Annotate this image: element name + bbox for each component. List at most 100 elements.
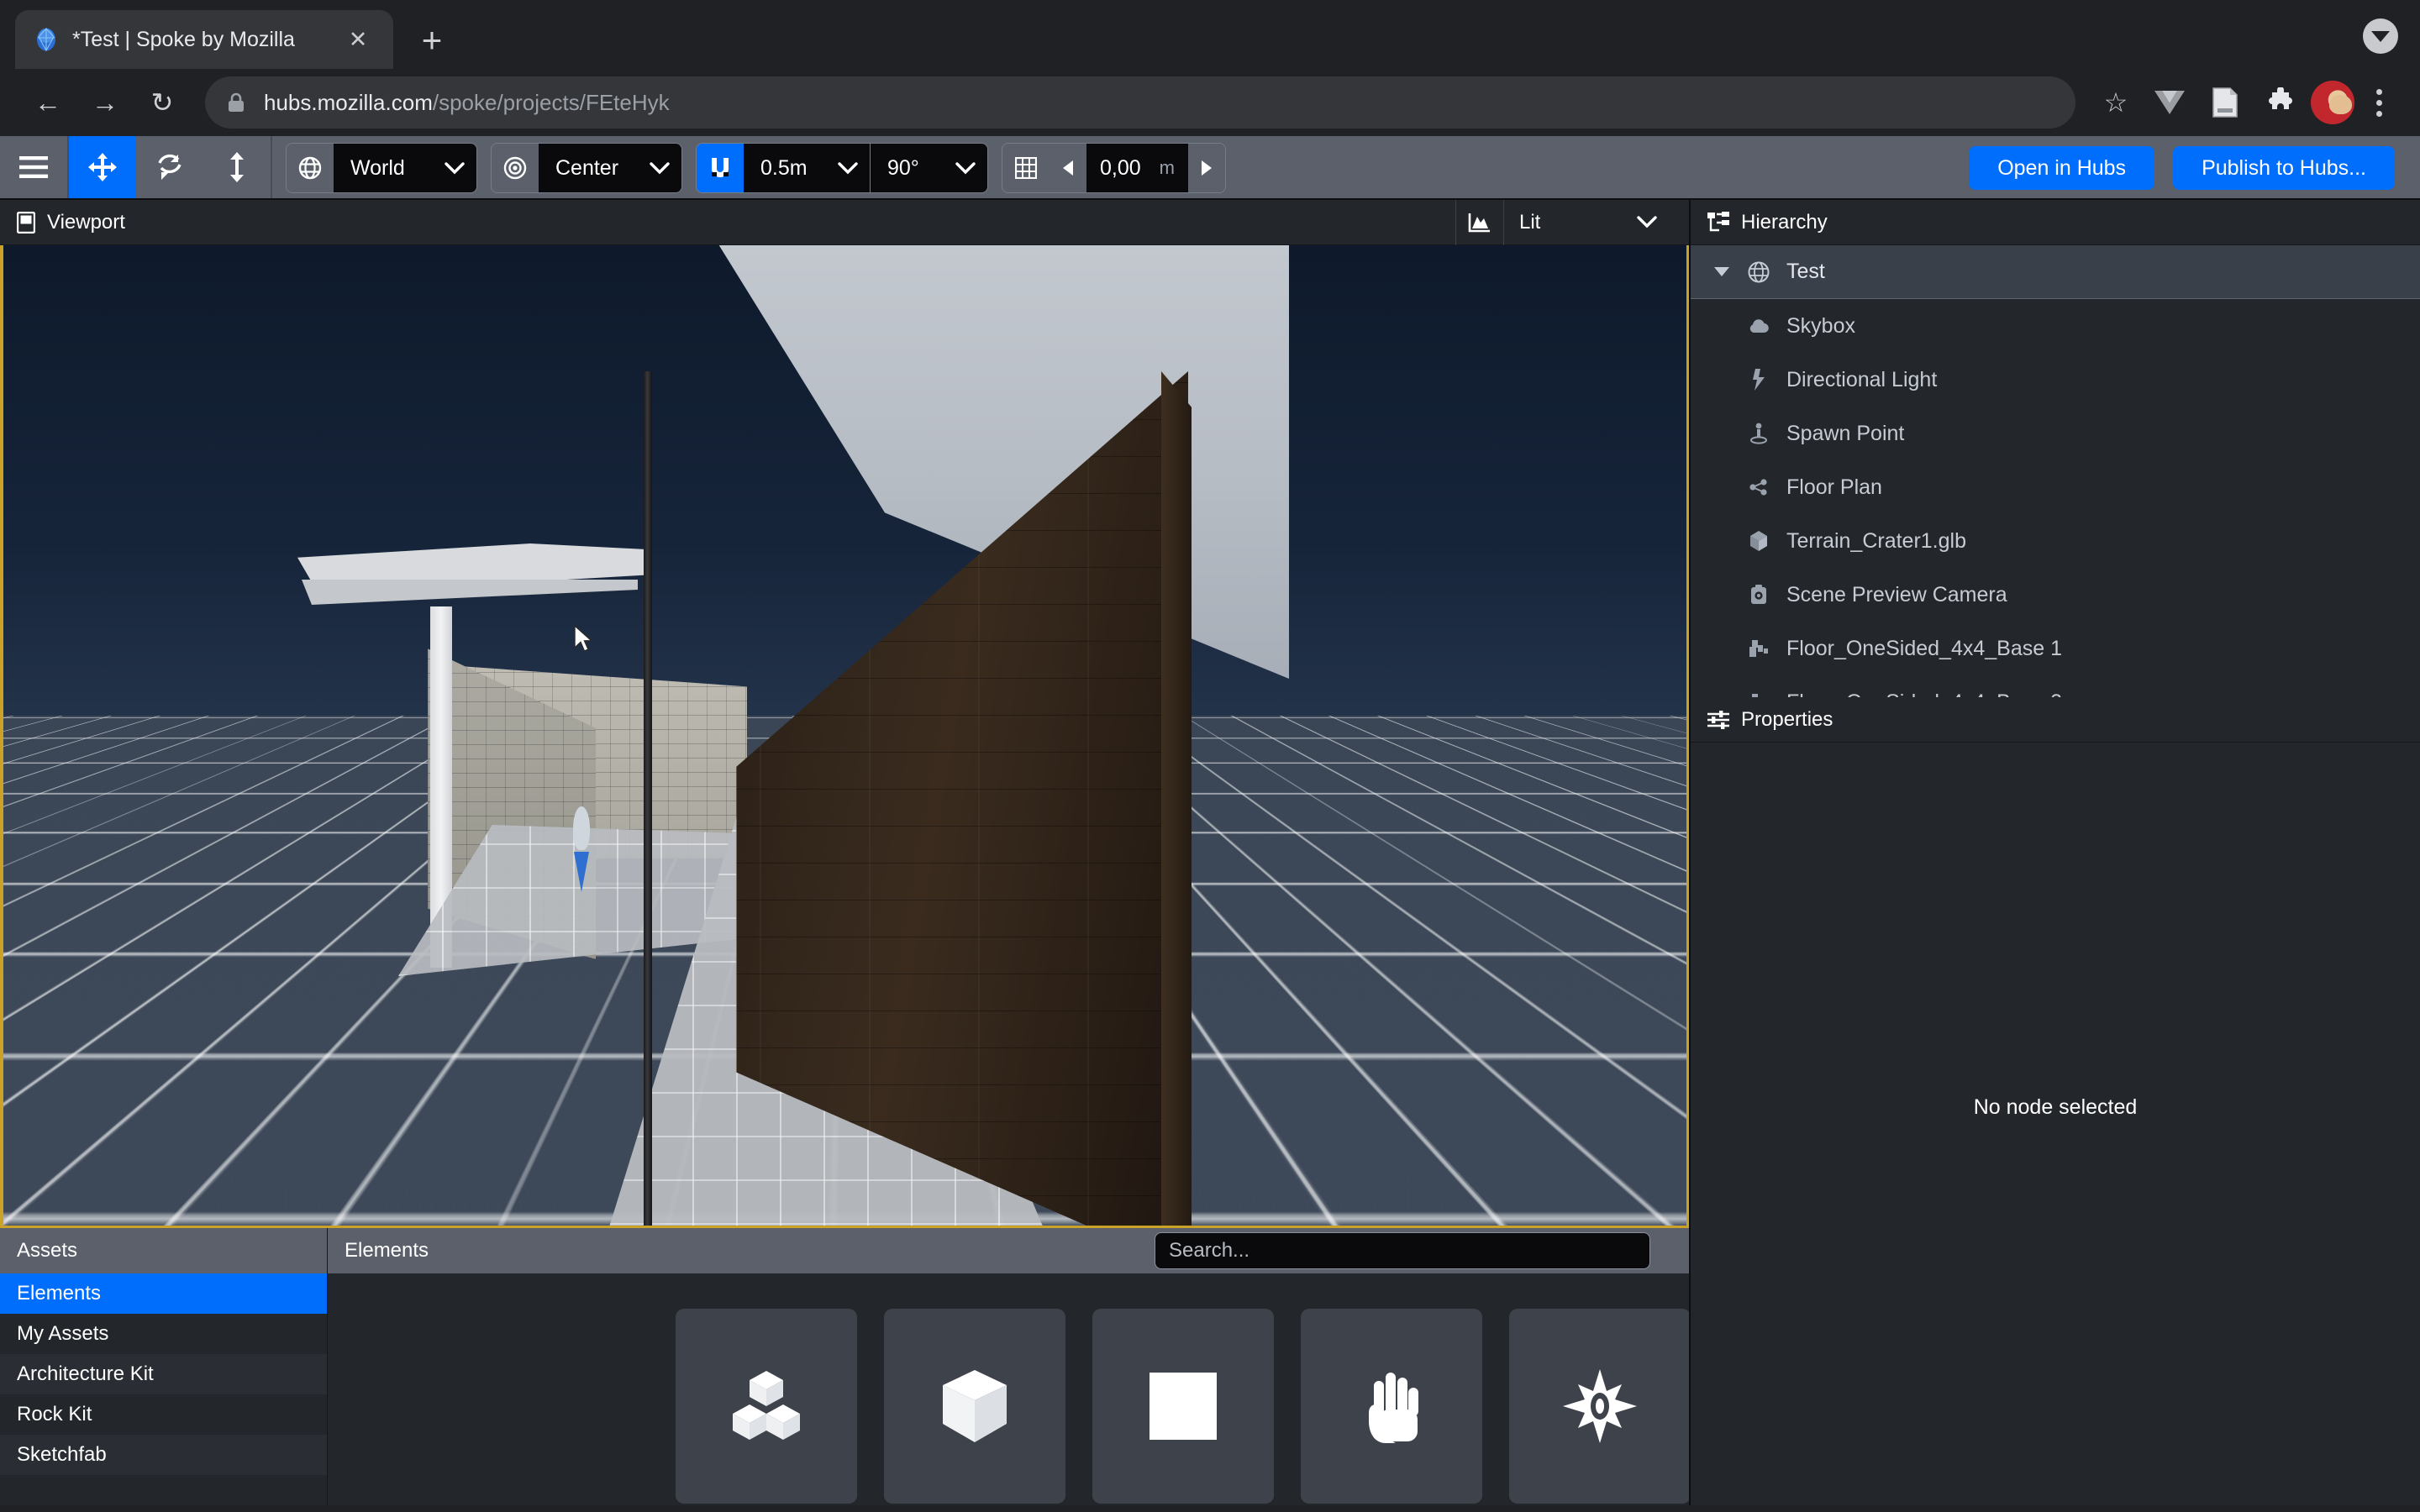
open-in-hubs-button[interactable]: Open in Hubs <box>1969 146 2155 190</box>
chevron-down-icon <box>955 161 976 175</box>
tree-row-spawn-point[interactable]: Spawn Point <box>1691 407 2420 460</box>
asset-tile-interactable[interactable] <box>1301 1309 1482 1504</box>
viewport-icon <box>17 211 35 234</box>
grid-icon[interactable] <box>1002 144 1050 192</box>
chevron-down-icon <box>650 161 670 175</box>
square-image-icon <box>1150 1373 1217 1440</box>
assets-sources-list: Elements My Assets Architecture Kit Rock… <box>0 1273 327 1505</box>
hierarchy-title: Hierarchy <box>1741 210 1828 234</box>
browser-toolbar: ← → ↻ hubs.mozilla.com/spoke/projects/FE… <box>0 69 2420 136</box>
properties-header: Properties <box>1691 697 2420 743</box>
snap-settings-group[interactable]: 0.5m 90° <box>696 143 988 193</box>
tree-row-floor-base-1[interactable]: Floor_OneSided_4x4_Base 1 <box>1691 622 2420 675</box>
transform-space-value: World <box>350 155 405 180</box>
spawn-point-gizmo[interactable] <box>573 806 590 850</box>
camera-icon <box>1746 584 1771 606</box>
right-column: Hierarchy Test Skybox Directional Light … <box>1689 200 2420 1505</box>
magnet-icon[interactable] <box>697 144 744 192</box>
transform-space-select[interactable]: World <box>334 144 476 192</box>
scale-tool-button[interactable] <box>203 136 271 198</box>
browser-tab[interactable]: *Test | Spoke by Mozilla ✕ <box>15 10 393 69</box>
properties-title: Properties <box>1741 707 1833 731</box>
grid-height-value: 0,00 <box>1100 155 1141 180</box>
mozilla-hubs-favicon <box>34 27 59 52</box>
asset-tile-group[interactable] <box>676 1309 857 1504</box>
vimium-icon[interactable] <box>2144 77 2195 128</box>
transform-space-group[interactable]: World <box>286 143 477 193</box>
properties-body: No node selected <box>1691 743 2420 1505</box>
globe-icon <box>1746 261 1771 283</box>
tree-row-floor-base-2[interactable]: Floor_OneSided_4x4_Base 2 <box>1691 675 2420 697</box>
assets-tile-grid <box>328 1273 1689 1505</box>
chevron-down-icon <box>1637 216 1657 228</box>
render-mode-value: Lit <box>1519 210 1541 234</box>
tree-row-skybox[interactable]: Skybox <box>1691 299 2420 353</box>
forward-button[interactable]: → <box>79 76 131 129</box>
back-button[interactable]: ← <box>22 76 74 129</box>
tab-list-button[interactable] <box>2363 18 2398 54</box>
tree-row-scene-preview-camera[interactable]: Scene Preview Camera <box>1691 568 2420 622</box>
grid-increase-button[interactable] <box>1188 144 1225 192</box>
tree-row-directional-light[interactable]: Directional Light <box>1691 353 2420 407</box>
tree-row-floor-plan[interactable]: Floor Plan <box>1691 460 2420 514</box>
assets-source-sketchfab[interactable]: Sketchfab <box>0 1435 327 1475</box>
bookmark-star-icon[interactable]: ☆ <box>2092 79 2139 126</box>
address-bar[interactable]: hubs.mozilla.com/spoke/projects/FEteHyk <box>205 76 2075 129</box>
reload-button[interactable]: ↻ <box>136 76 188 129</box>
hierarchy-panel: Hierarchy Test Skybox Directional Light … <box>1691 200 2420 697</box>
render-mode-select[interactable]: Lit <box>1504 200 1672 245</box>
sliders-icon <box>1707 710 1729 730</box>
tree-row-label: Floor_OneSided_4x4_Base 2 <box>1786 690 2062 698</box>
rotation-snap-select[interactable]: 90° <box>870 144 987 192</box>
hamburger-menu-icon[interactable] <box>0 136 67 198</box>
assets-title: Assets <box>0 1228 327 1273</box>
rotate-tool-button[interactable] <box>136 136 203 198</box>
translation-snap-select[interactable]: 0.5m <box>744 144 870 192</box>
search-input[interactable] <box>1155 1232 1650 1269</box>
grid-height-input[interactable]: 0,00 m <box>1086 144 1188 192</box>
translate-tool-button[interactable] <box>69 136 136 198</box>
reader-document-icon[interactable] <box>2200 77 2250 128</box>
tree-row-label: Floor_OneSided_4x4_Base 1 <box>1786 636 2063 660</box>
tree-row-terrain-crater[interactable]: Terrain_Crater1.glb <box>1691 514 2420 568</box>
pivot-mode-select[interactable]: Center <box>539 144 681 192</box>
assets-content-header: Elements <box>328 1228 1689 1273</box>
publish-to-hubs-button[interactable]: Publish to Hubs... <box>2173 146 2395 190</box>
vertical-pole <box>644 371 652 1226</box>
tree-row-label: Floor Plan <box>1786 475 1882 499</box>
viewport-header-controls: Lit <box>1455 199 1672 245</box>
assets-source-architecture-kit[interactable]: Architecture Kit <box>0 1354 327 1394</box>
chevron-down-icon <box>2371 30 2390 42</box>
cloud-icon <box>1746 318 1771 334</box>
chart-mountain-icon[interactable] <box>1456 200 1503 245</box>
extensions-puzzle-icon[interactable] <box>2255 77 2306 128</box>
close-icon[interactable]: ✕ <box>341 23 375 56</box>
grid-height-group[interactable]: 0,00 m <box>1002 143 1226 193</box>
asset-tile-image[interactable] <box>1092 1309 1274 1504</box>
rotation-snap-value: 90° <box>887 155 919 180</box>
editor-toolbar: World Center 0.5m 90° 0,00 m Open in Hub… <box>0 136 2420 200</box>
kit-piece-icon <box>1746 638 1771 659</box>
chevron-down-icon <box>838 161 858 175</box>
tree-row-label: Spawn Point <box>1786 421 1905 445</box>
grid-decrease-button[interactable] <box>1050 144 1086 192</box>
asset-tile-model[interactable] <box>884 1309 1065 1504</box>
left-column: Viewport Lit [LMB] Orbit / Select | [MMB… <box>0 199 1689 1505</box>
viewport-3d-canvas[interactable]: [LMB] Orbit / Select | [MMB] Pan | [RMB]… <box>0 245 1689 1228</box>
assets-source-rock-kit[interactable]: Rock Kit <box>0 1394 327 1435</box>
assets-source-elements[interactable]: Elements <box>0 1273 327 1314</box>
chevron-down-icon[interactable] <box>1712 267 1731 276</box>
profile-avatar[interactable] <box>2311 81 2354 124</box>
assets-sources-sidebar: Assets Elements My Assets Architecture K… <box>0 1228 328 1505</box>
hand-icon <box>1362 1366 1421 1446</box>
tree-row-root[interactable]: Test <box>1691 245 2420 299</box>
asset-tile-light[interactable] <box>1509 1309 1689 1504</box>
assets-source-my-assets[interactable]: My Assets <box>0 1314 327 1354</box>
pivot-mode-group[interactable]: Center <box>491 143 682 193</box>
chrome-menu-button[interactable] <box>2360 79 2398 126</box>
tree-row-label: Scene Preview Camera <box>1786 582 2007 606</box>
tree-row-label: Test <box>1786 260 1825 283</box>
target-icon <box>492 144 539 192</box>
new-tab-button[interactable]: + <box>408 17 455 64</box>
